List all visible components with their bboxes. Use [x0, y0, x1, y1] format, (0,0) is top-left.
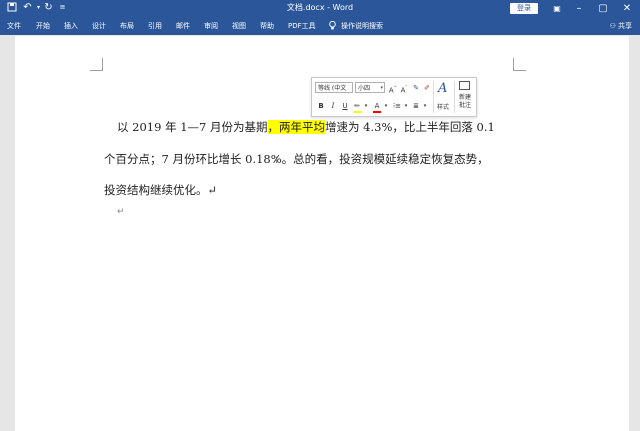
highlight-color-swatch	[353, 111, 361, 113]
tab-design[interactable]: 设计	[92, 21, 106, 31]
ribbon-tabs: 文件 开始 插入 设计 布局 引用 邮件 审阅 视图 帮助 PDF工具 操作说明…	[0, 17, 640, 35]
paragraph-line-1[interactable]: 以 2019 年 1—7 月份为基期，两年平均增速为 4.3%，比上半年回落 0…	[117, 119, 495, 135]
underline-button[interactable]: U	[340, 101, 350, 111]
tab-help[interactable]: 帮助	[260, 21, 274, 31]
login-button[interactable]: 登录	[510, 3, 538, 14]
window-title: 文档.docx - Word	[286, 3, 354, 12]
tab-pdf-tools[interactable]: PDF工具	[288, 21, 316, 31]
tab-mailings[interactable]: 邮件	[176, 21, 190, 31]
paragraph-mark: ↵	[117, 207, 125, 217]
chevron-down-icon[interactable]: ▾	[361, 101, 371, 111]
minimize-icon[interactable]: –	[568, 0, 590, 17]
text-run: 以 2019 年 1—7 月份为基期	[117, 120, 268, 134]
styles-icon[interactable]: A	[438, 81, 447, 96]
tab-view[interactable]: 视图	[232, 21, 246, 31]
maximize-icon[interactable]: ▢	[592, 0, 614, 17]
toolbar-divider	[454, 81, 455, 113]
paragraph-line-2[interactable]: 个百分点；7 月份环比增长 0.18%。总的看，投资规模延续稳定恢复态势，	[104, 151, 489, 167]
new-comment-icon[interactable]	[459, 81, 470, 90]
chevron-down-icon: ▾	[380, 85, 383, 91]
toolbar-divider	[433, 81, 434, 113]
new-comment-label-2: 批注	[458, 102, 471, 109]
chevron-down-icon[interactable]: ▾	[420, 101, 430, 111]
ribbon-options-icon[interactable]: ▣	[546, 0, 568, 17]
title-bar: ↶ ▾ ↻ ≡ 文档.docx - Word 登录 ▣ – ▢ ✕	[0, 0, 640, 17]
text-cursor-icon: I	[275, 156, 278, 166]
share-button[interactable]: ⚇ 共享	[609, 21, 632, 31]
chevron-down-icon[interactable]: ▾	[401, 101, 411, 111]
font-name-select[interactable]: 等线 (中文	[315, 82, 353, 93]
lightbulb-icon	[329, 20, 336, 32]
italic-button[interactable]: I	[328, 101, 338, 111]
styles-label[interactable]: 样式	[437, 102, 449, 111]
tab-insert[interactable]: 插入	[64, 21, 78, 31]
font-size-value: 小四	[358, 85, 371, 92]
tab-home[interactable]: 开始	[36, 21, 50, 31]
format-painter-icon[interactable]: ✎	[411, 83, 421, 93]
clear-format-icon[interactable]: ✐	[422, 83, 432, 93]
font-color-swatch	[373, 111, 381, 113]
tell-me-search[interactable]: 操作说明搜索	[341, 21, 383, 31]
share-label: 共享	[618, 22, 632, 30]
shrink-font-icon[interactable]: Aˇ	[399, 83, 409, 95]
bold-button[interactable]: B	[316, 101, 326, 111]
close-icon[interactable]: ✕	[616, 0, 638, 17]
font-size-select[interactable]: 小四 ▾	[355, 82, 385, 93]
tab-layout[interactable]: 布局	[120, 21, 134, 31]
new-comment-button[interactable]: 新建 批注	[457, 94, 473, 110]
font-name-value: 等线 (中文	[318, 85, 347, 92]
paragraph-line-3[interactable]: 投资结构继续优化。↵	[104, 182, 217, 198]
tab-review[interactable]: 审阅	[204, 21, 218, 31]
margin-corner-mark-right	[513, 58, 526, 71]
mini-toolbar: 等线 (中文 小四 ▾ A^ Aˇ ✎ ✐ B I U ✏ ▾ A ▾ ⁝≡ ▾…	[311, 77, 477, 117]
share-icon: ⚇	[609, 22, 616, 30]
highlighted-text: ，两年平均	[267, 120, 326, 134]
chevron-down-icon[interactable]: ▾	[381, 101, 391, 111]
text-run: 增速为 4.3%，比上半年回落 0.1	[325, 120, 495, 134]
tab-references[interactable]: 引用	[148, 21, 162, 31]
new-comment-label-1: 新建	[458, 94, 471, 101]
margin-corner-mark-left	[90, 58, 103, 71]
grow-font-icon[interactable]: A^	[388, 83, 398, 95]
tab-file[interactable]: 文件	[7, 21, 21, 31]
